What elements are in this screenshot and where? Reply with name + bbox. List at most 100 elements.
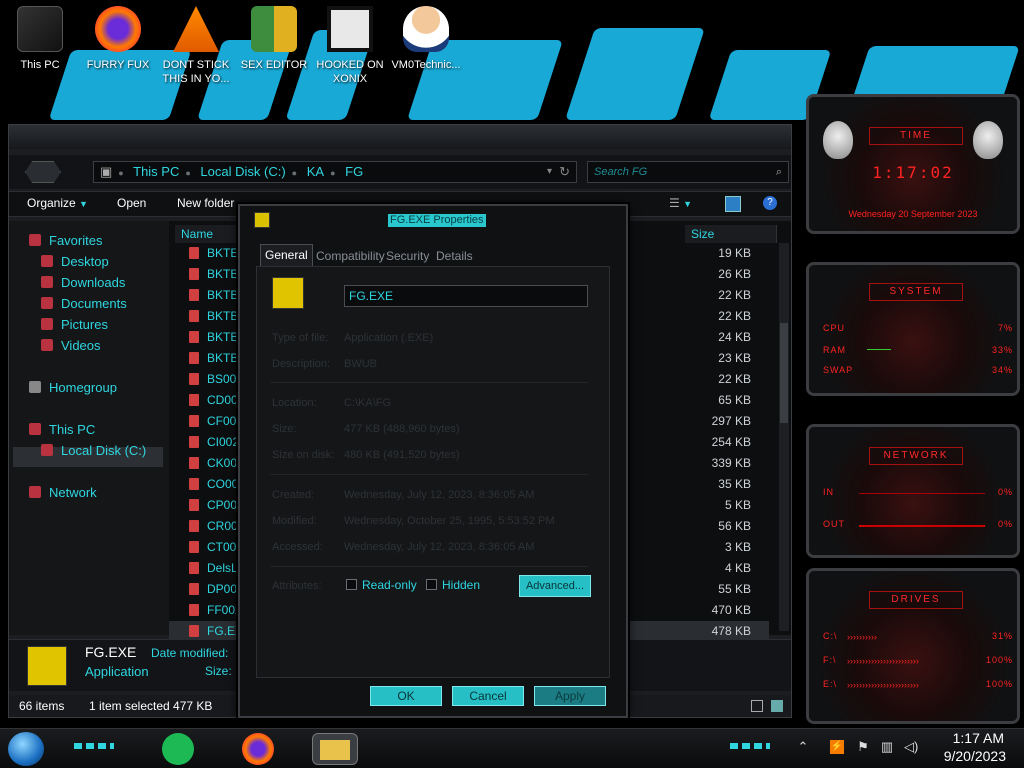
system-gadget[interactable]: SYSTEM CPU 7% RAM 33% SWAP 34% bbox=[806, 262, 1020, 396]
filename-field[interactable]: FG.EXE bbox=[344, 285, 588, 307]
search-icon: ⌕ bbox=[775, 166, 782, 178]
breadcrumb-this-pc[interactable]: This PC bbox=[133, 164, 179, 179]
navigation-pane: Favorites Desktop Downloads Documents Pi… bbox=[9, 221, 169, 635]
desktop-icon-furry-fux[interactable]: FURRY FUX bbox=[80, 6, 156, 72]
taskbar-deco bbox=[74, 743, 114, 749]
application-icon bbox=[189, 562, 199, 574]
view-options-icon[interactable]: ☰ ▼ bbox=[669, 196, 692, 210]
tab-details[interactable]: Details bbox=[432, 246, 477, 266]
start-button[interactable] bbox=[8, 732, 44, 766]
checkbox-box bbox=[426, 579, 437, 590]
scrollbar-thumb[interactable] bbox=[780, 323, 788, 423]
xd-editor-icon bbox=[251, 6, 297, 52]
cancel-button[interactable]: Cancel bbox=[452, 686, 524, 706]
application-icon bbox=[189, 583, 199, 595]
nav-downloads[interactable]: Downloads bbox=[41, 275, 125, 290]
tab-compatibility[interactable]: Compatibility bbox=[312, 246, 389, 266]
breadcrumb-local-disk[interactable]: Local Disk (C:) bbox=[200, 164, 285, 179]
show-hidden-icons-icon[interactable]: ⌃ bbox=[796, 740, 810, 754]
desktop-icon-vm0technic[interactable]: VM0Technic... bbox=[388, 6, 464, 72]
desktop-icon-hooked-on-xonix[interactable]: HOOKED ON XONIX bbox=[312, 6, 388, 86]
nav-documents[interactable]: Documents bbox=[41, 296, 127, 311]
status-item-count: 66 items bbox=[19, 699, 65, 713]
network-out-label: OUT bbox=[823, 519, 845, 529]
file-explorer-icon[interactable] bbox=[312, 733, 358, 765]
desktop-icon-label: This PC bbox=[20, 59, 60, 71]
refresh-icon[interactable]: ↻ bbox=[559, 162, 570, 182]
flag-icon[interactable]: ⚑ bbox=[856, 740, 870, 754]
apply-button[interactable]: Apply bbox=[534, 686, 606, 706]
taskbar-clock-time[interactable]: 1:17 AM bbox=[924, 730, 1004, 746]
tray-app-icon[interactable]: ⚡ bbox=[830, 740, 844, 754]
accessed-label: Accessed: bbox=[272, 541, 323, 553]
size-on-disk-value: 480 KB (491,520 bytes) bbox=[344, 449, 460, 461]
large-icons-view-icon[interactable] bbox=[771, 700, 783, 712]
taskbar: ⌃ ⚡ ⚑ ▥ ◁) 1:17 AM 9/20/2023 bbox=[0, 728, 1024, 768]
column-header-size[interactable]: Size bbox=[685, 225, 777, 243]
desktop-icon-dont-stick[interactable]: DONT STICK THIS IN YO... bbox=[158, 6, 234, 86]
new-folder-button[interactable]: New folder bbox=[177, 196, 234, 210]
ok-button[interactable]: OK bbox=[370, 686, 442, 706]
desktop-icon-this-pc[interactable]: This PC bbox=[2, 6, 78, 72]
drive-icon bbox=[41, 444, 53, 456]
nav-pictures[interactable]: Pictures bbox=[41, 317, 108, 332]
videos-icon bbox=[41, 339, 53, 351]
alien-head-icon bbox=[823, 121, 853, 159]
advanced-button[interactable]: Advanced... bbox=[519, 575, 591, 597]
volume-icon[interactable]: ◁) bbox=[904, 740, 918, 754]
spotify-icon[interactable] bbox=[162, 733, 194, 765]
vlc-icon bbox=[173, 6, 219, 52]
checkbox-label: Read-only bbox=[362, 578, 417, 592]
created-value: Wednesday, July 12, 2023, 8:36:05 AM bbox=[344, 489, 535, 501]
application-icon bbox=[189, 268, 199, 280]
details-type: Application bbox=[85, 664, 149, 679]
application-icon bbox=[254, 212, 270, 228]
nav-homegroup[interactable]: Homegroup bbox=[29, 380, 117, 395]
file-name: BKTB bbox=[207, 288, 239, 302]
nav-network[interactable]: Network bbox=[29, 485, 97, 500]
tab-general[interactable]: General bbox=[260, 244, 313, 266]
nav-this-pc[interactable]: This PC bbox=[29, 422, 95, 437]
search-input[interactable]: Search FG ⌕ bbox=[587, 161, 789, 183]
firefox-icon[interactable] bbox=[242, 733, 274, 765]
nav-desktop[interactable]: Desktop bbox=[41, 254, 109, 269]
network-gadget[interactable]: NETWORK IN 0% OUT 0% bbox=[806, 424, 1020, 558]
chevron-down-icon[interactable]: ▾ bbox=[547, 162, 552, 182]
taskbar-clock-date[interactable]: 9/20/2023 bbox=[926, 748, 1006, 764]
tab-security[interactable]: Security bbox=[382, 246, 433, 266]
back-forward-button[interactable] bbox=[25, 161, 61, 183]
help-icon[interactable]: ? bbox=[763, 196, 777, 210]
gadget-title: TIME bbox=[869, 127, 963, 145]
game-icon bbox=[327, 6, 373, 52]
network-icon[interactable]: ▥ bbox=[880, 740, 894, 754]
computer-icon bbox=[17, 6, 63, 52]
column-header-name[interactable]: Name bbox=[175, 225, 241, 243]
breadcrumb-ka[interactable]: KA bbox=[307, 164, 324, 179]
checkbox-box bbox=[346, 579, 357, 590]
readonly-checkbox[interactable]: Read-only bbox=[346, 578, 417, 592]
application-icon bbox=[189, 247, 199, 259]
drive-c-row: C:\ ›››››››››› 31% bbox=[823, 631, 1013, 642]
nav-favorites[interactable]: Favorites bbox=[29, 233, 102, 248]
organize-label: Organize bbox=[27, 196, 76, 210]
breadcrumb-fg[interactable]: FG bbox=[345, 164, 363, 179]
address-bar[interactable]: ▣ ● This PC ● Local Disk (C:) ● KA ● FG ▾ ↻ bbox=[93, 161, 577, 183]
divider bbox=[270, 382, 588, 383]
scrollbar[interactable] bbox=[779, 243, 789, 631]
details-view-icon[interactable] bbox=[751, 700, 763, 712]
organize-button[interactable]: Organize ▼ bbox=[27, 196, 88, 210]
properties-dialog[interactable]: FG.EXE Properties General Compatibility … bbox=[238, 204, 628, 718]
preview-pane-icon[interactable] bbox=[725, 196, 741, 212]
open-button[interactable]: Open bbox=[117, 196, 146, 210]
type-value: Application (.EXE) bbox=[344, 332, 434, 344]
time-gadget[interactable]: TIME 1:17:02 Wednesday 20 September 2023 bbox=[806, 94, 1020, 234]
drives-gadget[interactable]: DRIVES C:\ ›››››››››› 31% F:\ ›››››››››››››… bbox=[806, 568, 1020, 724]
nav-videos[interactable]: Videos bbox=[41, 338, 101, 353]
homegroup-icon bbox=[29, 381, 41, 393]
desktop-icon-label: VM0Technic... bbox=[391, 59, 461, 71]
ram-meter bbox=[867, 349, 891, 350]
nav-local-disk[interactable]: Local Disk (C:) bbox=[41, 443, 146, 458]
hidden-checkbox[interactable]: Hidden bbox=[426, 578, 480, 592]
file-size: 35 KB bbox=[718, 477, 751, 491]
desktop-icon-sex-editor[interactable]: SEX EDITOR bbox=[236, 6, 312, 72]
